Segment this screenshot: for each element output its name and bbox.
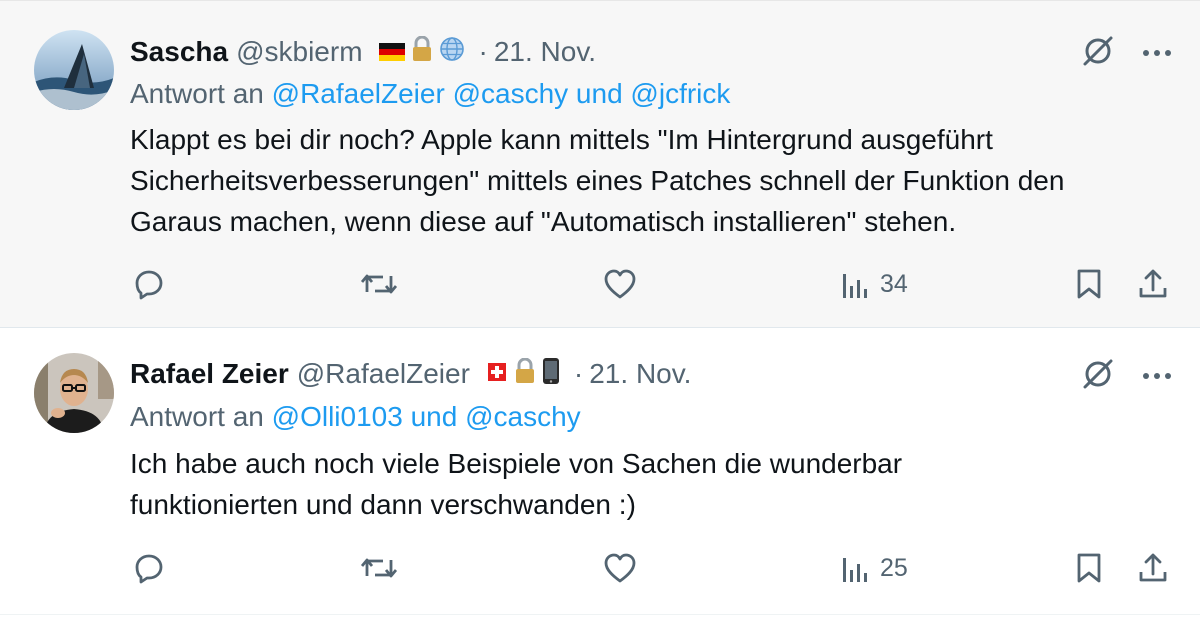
more-options-icon[interactable] (1142, 45, 1172, 63)
reply-button[interactable] (133, 264, 165, 304)
grok-icon[interactable] (1080, 33, 1116, 74)
repost-button[interactable] (361, 548, 397, 588)
mobile-phone-icon (542, 357, 560, 392)
reply-prefix: Antwort an (130, 401, 264, 432)
more-options-icon[interactable] (1142, 368, 1172, 386)
tweet-header: Rafael Zeier @RafaelZeier · 21. Nov. (130, 356, 691, 392)
repost-icon (361, 268, 397, 300)
share-icon (1137, 268, 1169, 300)
bookmark-icon (1075, 268, 1103, 300)
reply-prefix: Antwort an (130, 78, 264, 109)
views-button[interactable]: 25 (842, 548, 908, 588)
bookmark-button[interactable] (1075, 548, 1103, 588)
share-button[interactable] (1137, 264, 1169, 304)
tweet[interactable]: Rafael Zeier @RafaelZeier · 21. Nov. Ant… (0, 328, 1200, 615)
reply-mentions[interactable]: @RafaelZeier @caschy und @jcfrick (272, 78, 731, 109)
separator-dot: · (478, 36, 488, 67)
tweet[interactable]: Sascha @skbierm · 21. Nov. Antwort an @R… (0, 0, 1200, 328)
reply-context: Antwort an @Olli0103 und @caschy (130, 401, 581, 433)
author-name[interactable]: Rafael Zeier (130, 358, 289, 390)
reply-context: Antwort an @RafaelZeier @caschy und @jcf… (130, 78, 730, 110)
author-handle[interactable]: @RafaelZeier (297, 358, 470, 390)
swiss-flag-icon (486, 358, 508, 390)
views-button[interactable]: 34 (842, 264, 908, 304)
grok-icon[interactable] (1080, 356, 1116, 397)
author-name[interactable]: Sascha (130, 36, 228, 68)
reply-button[interactable] (133, 548, 165, 588)
avatar[interactable] (34, 30, 114, 110)
tweet-text: Ich habe auch noch viele Beispiele von S… (130, 443, 902, 525)
heart-icon (603, 552, 637, 584)
globe-icon (439, 36, 465, 69)
reply-mentions[interactable]: @Olli0103 und @caschy (272, 401, 581, 432)
tweet-date[interactable]: 21. Nov. (589, 358, 691, 390)
german-flag-icon (378, 36, 405, 68)
bookmark-icon (1075, 552, 1103, 584)
tweet-text-line: funktionierten und dann verschwanden :) (130, 489, 636, 520)
tweet-actions: 34 (0, 264, 1200, 304)
avatar[interactable] (34, 353, 114, 433)
separator-dot: · (573, 358, 584, 389)
tweet-top-actions (1080, 356, 1172, 397)
tweet-text-line: Klappt es bei dir noch? Apple kann mitte… (130, 124, 993, 155)
views-count: 25 (880, 553, 908, 582)
tweet-top-actions (1080, 33, 1172, 74)
like-button[interactable] (603, 548, 637, 588)
tweet-date[interactable]: 21. Nov. (494, 36, 596, 68)
lock-icon (411, 35, 433, 69)
views-bar-chart-icon (842, 553, 870, 583)
reply-icon (133, 268, 165, 300)
profile-badges (378, 35, 465, 69)
tweet-actions: 25 (0, 548, 1200, 588)
tweet-header: Sascha @skbierm · 21. Nov. (130, 34, 596, 70)
repost-button[interactable] (361, 264, 397, 304)
repost-icon (361, 552, 397, 584)
bookmark-button[interactable] (1075, 264, 1103, 304)
tweet-text-line: Sicherheitsverbesserungen" mittels eines… (130, 165, 1065, 196)
tweet-text: Klappt es bei dir noch? Apple kann mitte… (130, 119, 1064, 242)
tweet-text-line: Ich habe auch noch viele Beispiele von S… (130, 448, 903, 479)
like-button[interactable] (603, 264, 637, 304)
lock-icon (514, 357, 536, 391)
share-icon (1137, 552, 1169, 584)
views-bar-chart-icon (842, 269, 870, 299)
profile-badges (486, 357, 560, 392)
views-count: 34 (880, 269, 908, 298)
reply-icon (133, 552, 165, 584)
author-handle[interactable]: @skbierm (236, 36, 362, 68)
heart-icon (603, 268, 637, 300)
tweet-text-line: Garaus machen, wenn diese auf "Automatis… (130, 206, 957, 237)
share-button[interactable] (1137, 548, 1169, 588)
